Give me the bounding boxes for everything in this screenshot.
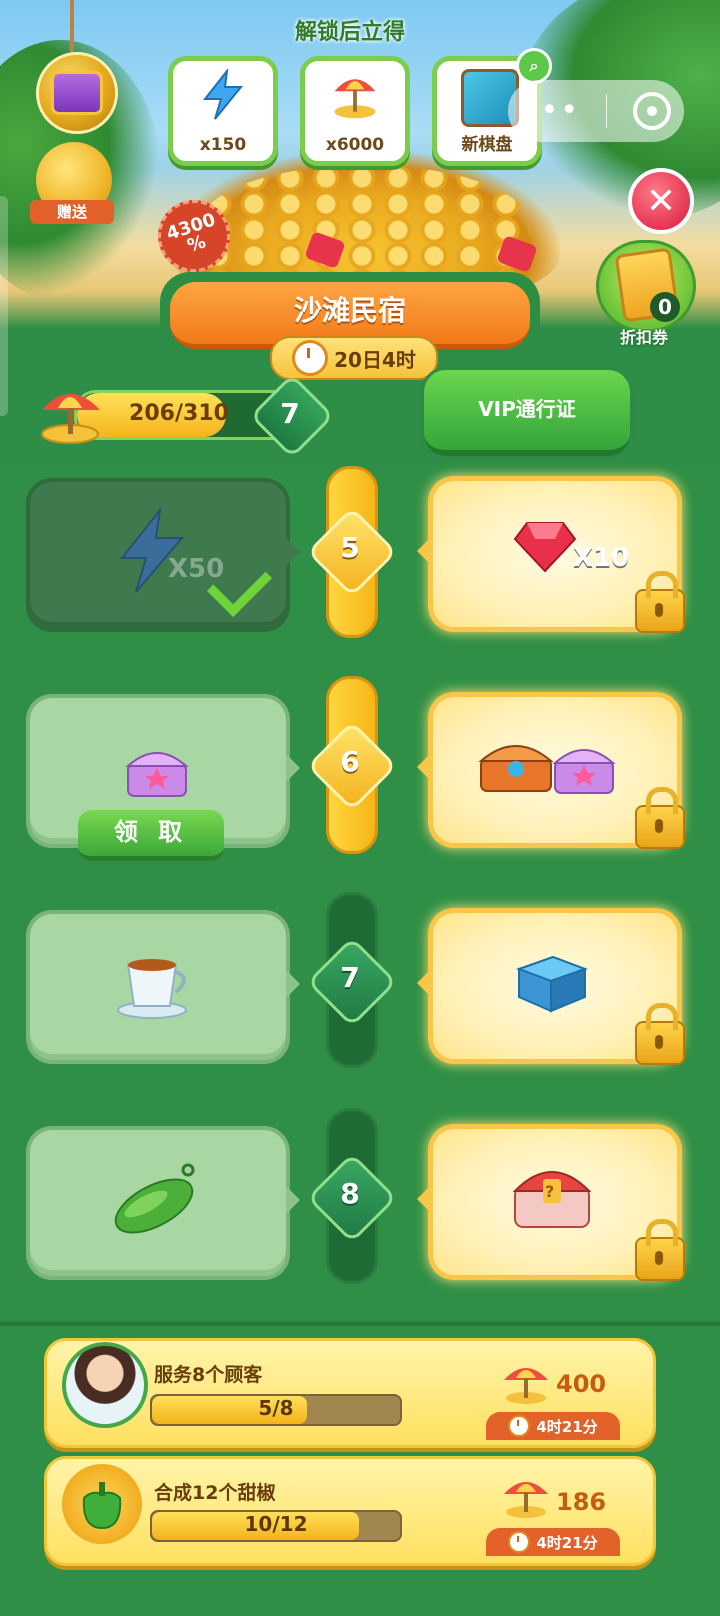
task-timer: 4时21分 <box>486 1528 620 1556</box>
task-progress-text: 10/12 <box>244 1512 308 1536</box>
task-reward-amount: 400 <box>556 1370 607 1398</box>
lock-icon <box>635 1219 685 1281</box>
reward-quantity: x6000 <box>325 135 385 155</box>
event-timer-text: 20日4时 <box>334 347 416 372</box>
level-node-number: 6 <box>340 745 360 778</box>
blue-box-icon <box>516 955 588 1013</box>
capsule-divider <box>606 94 608 128</box>
lock-icon <box>635 571 685 633</box>
vip-pass-button[interactable]: VIP通行证 <box>424 370 630 456</box>
lock-icon <box>635 1003 685 1065</box>
task-title: 服务8个顾客 <box>154 1364 263 1386</box>
task-progress-text: 5/8 <box>258 1396 294 1420</box>
event-timer: 20日4时 <box>270 336 438 380</box>
beach-umbrella-icon <box>334 79 376 119</box>
cucumber-icon <box>114 1163 195 1234</box>
magnify-icon[interactable]: ⌕ <box>516 48 552 84</box>
beach-umbrella-icon <box>41 394 100 444</box>
level-node-number: 8 <box>340 1177 360 1210</box>
reward-quantity: x150 <box>199 135 247 155</box>
claim-button[interactable]: 领 取 <box>78 810 224 861</box>
reward-quantity: X10 <box>573 543 630 573</box>
mini-program-capsule: ••• <box>508 80 684 142</box>
gift-label[interactable]: 赠送 <box>30 200 114 224</box>
level-progress-text: 206/310 <box>129 401 229 426</box>
coupon-count: 0 <box>650 292 680 322</box>
close-mini-program-icon[interactable] <box>633 92 672 130</box>
clock-icon <box>292 340 329 376</box>
vip-reward-card-7[interactable] <box>417 908 685 1065</box>
coupon-label: 折扣券 <box>619 328 668 347</box>
task-title: 合成12个甜椒 <box>154 1482 276 1504</box>
discount-badge-text: 4300 % <box>163 209 219 257</box>
close-button[interactable]: ✕ <box>628 168 694 234</box>
level-node-number: 5 <box>340 531 360 564</box>
hanging-rope <box>70 0 74 60</box>
treasure-chest-button[interactable] <box>36 52 118 134</box>
task-timer-text: 4时21分 <box>536 1417 598 1436</box>
customer-avatar <box>62 1342 148 1428</box>
free-reward-card-8[interactable] <box>26 1126 300 1280</box>
level-node-number: 7 <box>340 961 360 994</box>
vip-reward-card-6[interactable] <box>417 692 685 849</box>
purple-chest-icon <box>552 749 616 794</box>
purple-chest-icon <box>125 752 189 797</box>
lock-icon <box>635 787 685 849</box>
svg-text:?: ? <box>545 1182 554 1201</box>
unlock-reward-umbrella[interactable]: x6000 <box>300 56 410 166</box>
discount-coupon-button[interactable] <box>596 240 696 332</box>
level-number: 7 <box>280 397 300 430</box>
reward-quantity: X50 <box>168 554 225 584</box>
task-reward-amount: 186 <box>556 1488 607 1516</box>
beach-umbrella-icon <box>504 1482 548 1518</box>
red-gem-icon <box>513 522 577 573</box>
beach-umbrella-icon <box>504 1368 548 1404</box>
task-timer-text: 4时21分 <box>536 1533 598 1552</box>
clock-icon <box>508 1531 531 1553</box>
more-options-icon[interactable]: ••• <box>521 96 580 126</box>
mystery-chest-icon: ? <box>512 1171 592 1228</box>
bell-pepper-shape <box>82 1482 122 1530</box>
side-edge-handle <box>0 196 8 416</box>
free-reward-card-7[interactable] <box>26 910 300 1064</box>
vip-reward-card-8[interactable]: ? <box>417 1124 685 1281</box>
clock-icon <box>508 1415 531 1437</box>
purple-chest-icon <box>51 71 103 115</box>
reward-label: 新棋盘 <box>461 135 513 155</box>
chest-pair-icon <box>478 745 554 792</box>
coin-pile-detail <box>200 165 530 285</box>
free-reward-card-5[interactable]: X50 <box>26 478 300 632</box>
unlock-reward-energy[interactable]: x150 <box>168 56 278 166</box>
unlock-rewards-title: 解锁后立得 <box>294 20 405 45</box>
bell-pepper-icon <box>62 1464 142 1544</box>
energy-bolt-icon <box>202 69 244 120</box>
tea-cup-icon <box>117 959 187 1019</box>
task-timer: 4时21分 <box>486 1412 620 1440</box>
vip-reward-card-5[interactable]: X10 <box>417 476 685 633</box>
